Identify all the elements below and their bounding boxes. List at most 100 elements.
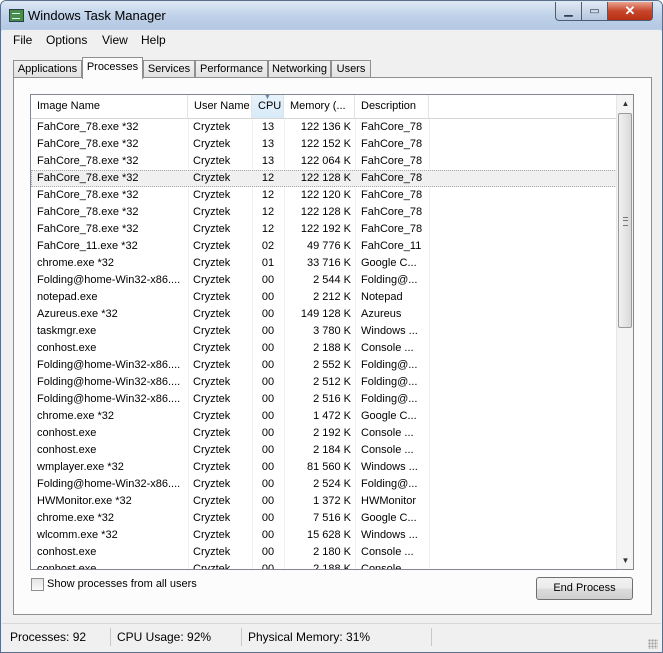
process-row[interactable]: Folding@home-Win32-x86.... Cryztek 00 2 516… — [31, 391, 617, 408]
cell-memory: 122 192 K — [300, 223, 351, 235]
cell-description: Console ... — [361, 546, 414, 558]
process-row[interactable]: Folding@home-Win32-x86.... Cryztek 00 2 524… — [31, 476, 617, 493]
tab-services[interactable]: Services — [143, 60, 195, 78]
cell-description: FahCore_11 — [361, 240, 422, 252]
cell-user-name: Cryztek — [193, 189, 231, 201]
process-row[interactable]: conhost.exe Cryztek 00 2 192 K Console ... — [31, 425, 617, 442]
tab-processes[interactable]: Processes — [82, 57, 143, 79]
cell-description: Folding@... — [361, 274, 418, 286]
process-row[interactable]: notepad.exe Cryztek 00 2 212 K Notepad — [31, 289, 617, 306]
process-row[interactable]: Azureus.exe *32 Cryztek 00 149 128 K Azureus — [31, 306, 617, 323]
process-row[interactable]: Folding@home-Win32-x86.... Cryztek 00 2 552… — [31, 357, 617, 374]
cell-description: FahCore_78 — [361, 189, 423, 201]
scroll-thumb[interactable] — [618, 113, 632, 328]
cell-cpu: 00 — [261, 461, 275, 473]
process-row[interactable]: FahCore_78.exe *32 Cryztek 13 122 064 K FahC… — [31, 153, 617, 170]
cell-image-name: taskmgr.exe — [37, 325, 97, 337]
process-row[interactable]: chrome.exe *32 Cryztek 01 33 716 K Google C.… — [31, 255, 617, 272]
process-row[interactable]: chrome.exe *32 Cryztek 00 1 472 K Google C..… — [31, 408, 617, 425]
process-row[interactable]: conhost.exe Cryztek 00 2 180 K Console ... — [31, 544, 617, 561]
process-row[interactable]: FahCore_78.exe *32 Cryztek 13 122 136 K FahC… — [31, 119, 617, 136]
cell-cpu: 00 — [261, 427, 275, 439]
cell-description: Windows ... — [361, 461, 418, 473]
status-bar: Processes: 92 CPU Usage: 92% Physical Me… — [2, 623, 661, 652]
cell-image-name: Azureus.exe *32 — [37, 308, 118, 320]
menu-view[interactable]: View — [102, 33, 128, 47]
cell-image-name: chrome.exe *32 — [37, 257, 115, 269]
cell-image-name: Folding@home-Win32-x86.... — [37, 393, 181, 405]
process-row[interactable]: HWMonitor.exe *32 Cryztek 00 1 372 K HWMonit… — [31, 493, 617, 510]
cell-description: FahCore_78 — [361, 172, 423, 184]
cell-user-name: Cryztek — [193, 325, 231, 337]
process-list[interactable]: Image Name User Name ▼ CPU Memory (... D… — [30, 94, 634, 570]
scroll-up-button[interactable]: ▲ — [617, 95, 633, 112]
process-row[interactable]: Folding@home-Win32-x86.... Cryztek 00 2 512… — [31, 374, 617, 391]
menu-help[interactable]: Help — [141, 33, 166, 47]
process-row[interactable]: conhost.exe Cryztek 00 2 188 K Console ... — [31, 561, 617, 570]
cell-memory: 3 780 K — [313, 325, 351, 337]
process-row[interactable]: wlcomm.exe *32 Cryztek 00 15 628 K Windows .… — [31, 527, 617, 544]
column-cpu[interactable]: ▼ CPU — [252, 95, 284, 118]
cell-user-name: Cryztek — [193, 155, 231, 167]
cell-description: Folding@... — [361, 376, 418, 388]
cell-cpu: 00 — [261, 291, 275, 303]
tab-performance[interactable]: Performance — [195, 60, 268, 78]
scroll-down-button[interactable]: ▼ — [617, 552, 633, 569]
menu-options[interactable]: Options — [46, 33, 87, 47]
menu-file[interactable]: File — [13, 33, 32, 47]
process-row[interactable]: FahCore_78.exe *32 Cryztek 12 122 128 K FahC… — [31, 170, 617, 187]
tab-networking[interactable]: Networking — [268, 60, 331, 78]
cell-image-name: FahCore_78.exe *32 — [37, 121, 139, 133]
tab-users[interactable]: Users — [331, 60, 371, 78]
cell-user-name: Cryztek — [193, 495, 231, 507]
maximize-button[interactable]: ▭ — [581, 2, 608, 21]
cell-image-name: FahCore_78.exe *32 — [37, 138, 139, 150]
cell-memory: 1 472 K — [313, 410, 351, 422]
show-all-users-checkbox[interactable] — [31, 578, 44, 591]
process-row[interactable]: taskmgr.exe Cryztek 00 3 780 K Windows ... — [31, 323, 617, 340]
cell-user-name: Cryztek — [193, 359, 231, 371]
cell-memory: 7 516 K — [313, 512, 351, 524]
minimize-button[interactable]: ▁ — [555, 2, 582, 21]
cell-cpu: 13 — [261, 121, 275, 133]
cell-image-name: conhost.exe — [37, 342, 97, 354]
title-bar[interactable]: Windows Task Manager ▁ ▭ ✕ — [1, 1, 662, 29]
status-processes: Processes: 92 — [4, 628, 111, 646]
process-row[interactable]: wmplayer.exe *32 Cryztek 00 81 560 K Windows… — [31, 459, 617, 476]
cell-description: Notepad — [361, 291, 403, 303]
end-process-button[interactable]: End Process — [536, 577, 633, 600]
cell-image-name: FahCore_11.exe *32 — [37, 240, 138, 252]
cell-image-name: chrome.exe *32 — [37, 410, 115, 422]
process-row[interactable]: FahCore_78.exe *32 Cryztek 13 122 152 K FahC… — [31, 136, 617, 153]
process-row[interactable]: chrome.exe *32 Cryztek 00 7 516 K Google C..… — [31, 510, 617, 527]
column-image-name[interactable]: Image Name — [31, 95, 188, 118]
process-row[interactable]: FahCore_78.exe *32 Cryztek 12 122 120 K FahC… — [31, 187, 617, 204]
cell-cpu: 12 — [261, 206, 275, 218]
cell-user-name: Cryztek — [193, 529, 231, 541]
cell-user-name: Cryztek — [193, 427, 231, 439]
vertical-scrollbar[interactable]: ▲ ▼ — [616, 95, 633, 569]
cell-image-name: FahCore_78.exe *32 — [37, 223, 139, 235]
cell-description: FahCore_78 — [361, 155, 423, 167]
process-row[interactable]: conhost.exe Cryztek 00 2 184 K Console ... — [31, 442, 617, 459]
process-row[interactable]: Folding@home-Win32-x86.... Cryztek 00 2 544… — [31, 272, 617, 289]
cell-memory: 2 184 K — [313, 444, 351, 456]
cell-memory: 122 152 K — [300, 138, 351, 150]
process-row[interactable]: FahCore_78.exe *32 Cryztek 12 122 192 K FahC… — [31, 221, 617, 238]
column-user-name[interactable]: User Name — [188, 95, 252, 118]
cell-description: FahCore_78 — [361, 206, 423, 218]
resize-grip-icon[interactable] — [648, 639, 658, 649]
close-button[interactable]: ✕ — [607, 2, 653, 21]
tab-applications[interactable]: Applications — [13, 60, 82, 78]
cell-cpu: 00 — [261, 563, 275, 570]
process-row[interactable]: FahCore_78.exe *32 Cryztek 12 122 128 K FahC… — [31, 204, 617, 221]
cell-description: HWMonitor — [361, 495, 417, 507]
cell-cpu: 00 — [261, 529, 275, 541]
cell-cpu: 00 — [261, 393, 275, 405]
cell-description: Windows ... — [361, 529, 418, 541]
process-row[interactable]: FahCore_11.exe *32 Cryztek 02 49 776 K FahCo… — [31, 238, 617, 255]
cell-user-name: Cryztek — [193, 478, 231, 490]
process-row[interactable]: conhost.exe Cryztek 00 2 188 K Console ... — [31, 340, 617, 357]
column-description[interactable]: Description — [355, 95, 429, 118]
column-memory[interactable]: Memory (... — [284, 95, 355, 118]
